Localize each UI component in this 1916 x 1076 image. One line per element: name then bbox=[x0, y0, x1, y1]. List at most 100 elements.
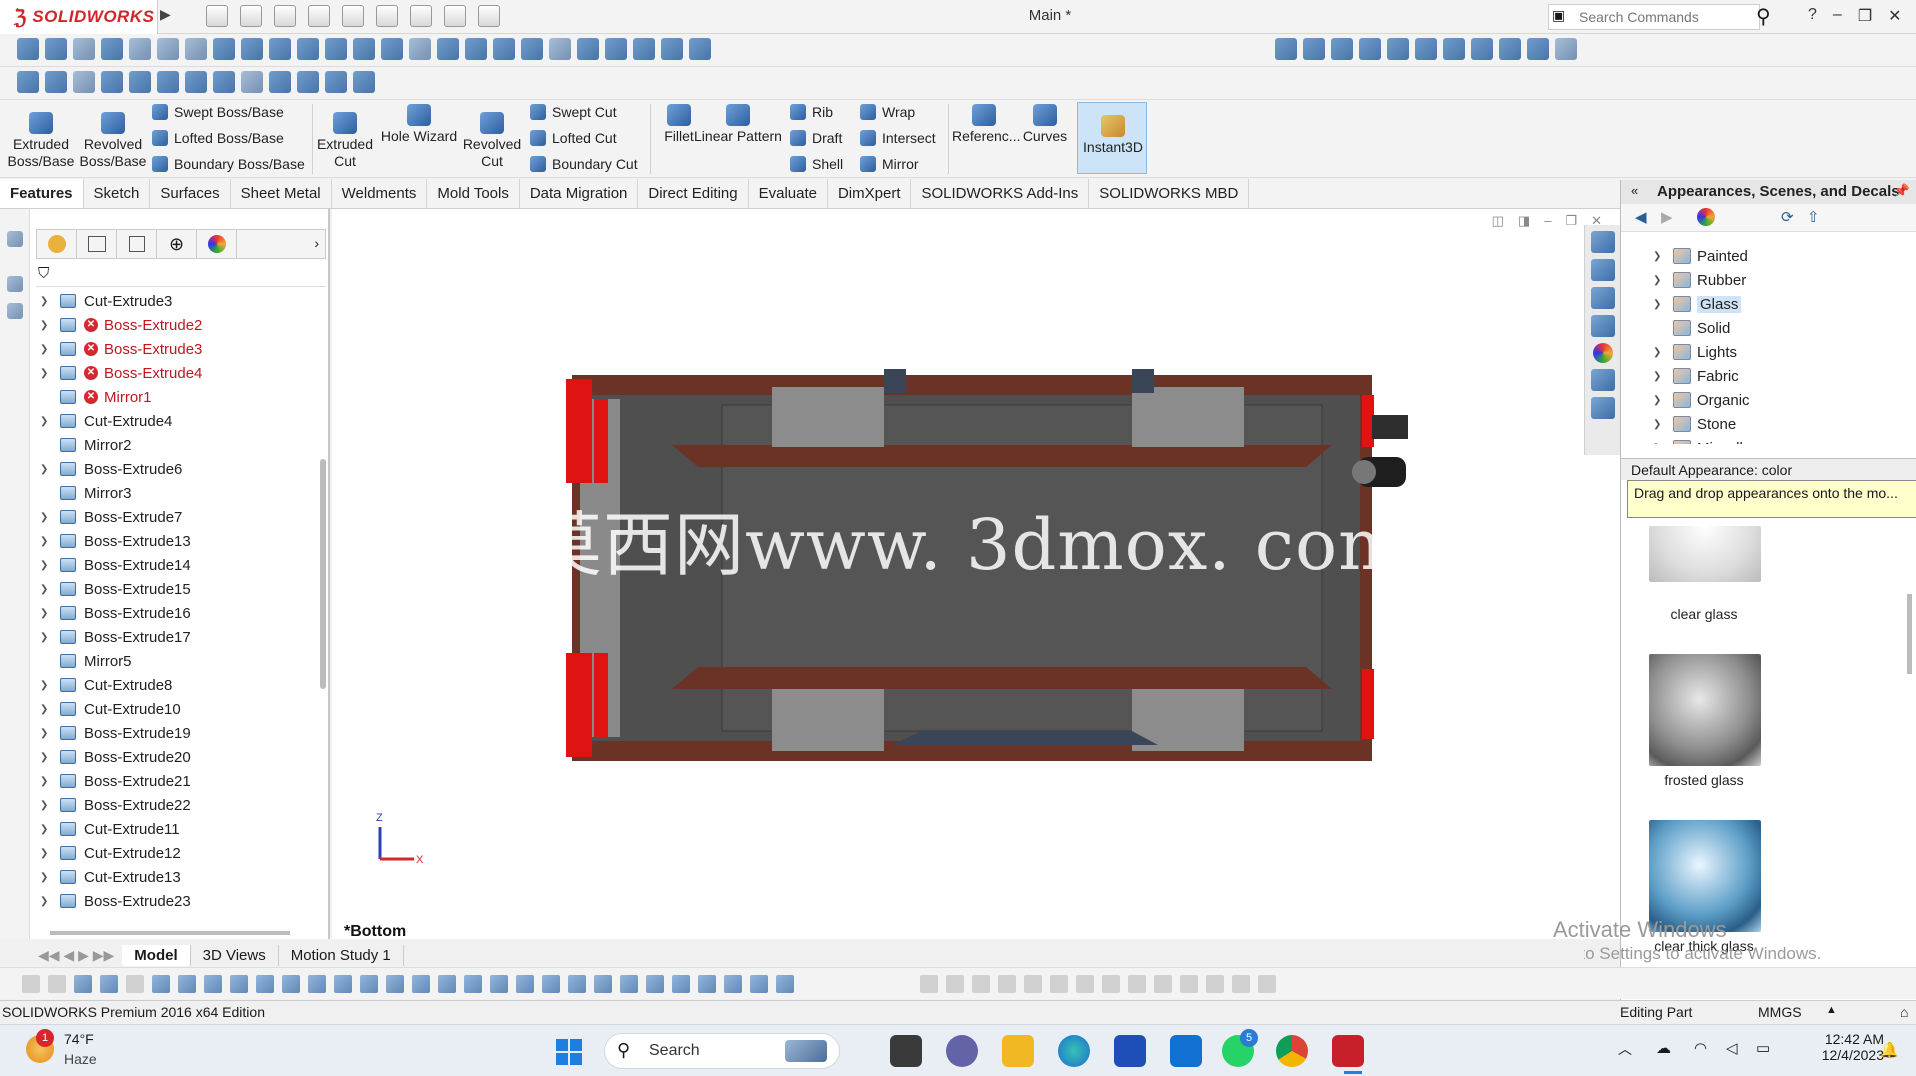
sphere-icon[interactable] bbox=[101, 71, 123, 93]
toolbar-icon[interactable] bbox=[490, 975, 508, 993]
tab-weldments[interactable]: Weldments bbox=[332, 179, 428, 208]
tree-item[interactable]: ❯ Boss-Extrude20 bbox=[30, 745, 328, 769]
camera-icon[interactable] bbox=[129, 38, 151, 60]
back-icon[interactable]: ◀ bbox=[1635, 208, 1647, 226]
toolbar-icon[interactable] bbox=[1154, 975, 1172, 993]
expand-arrow-icon[interactable]: ❯ bbox=[40, 584, 54, 595]
revolved-cut-button[interactable]: Revolved Cut bbox=[462, 112, 522, 170]
bottom-tab-motion-study-1[interactable]: Motion Study 1 bbox=[279, 944, 404, 966]
expand-arrow-icon[interactable]: ❯ bbox=[40, 824, 54, 835]
file-explorer-icon[interactable] bbox=[1590, 287, 1615, 309]
toolbar-icon[interactable] bbox=[325, 71, 347, 93]
toolbar-icon[interactable] bbox=[353, 71, 375, 93]
toolbar-icon[interactable] bbox=[157, 38, 179, 60]
appearance-category[interactable]: ❯ Glass bbox=[1621, 292, 1916, 316]
toolbar-icon[interactable] bbox=[1024, 975, 1042, 993]
toolbar-icon[interactable] bbox=[297, 71, 319, 93]
toolbar-icon[interactable] bbox=[269, 71, 291, 93]
trimetric-icon[interactable] bbox=[1499, 38, 1521, 60]
isometric-icon[interactable] bbox=[1471, 38, 1493, 60]
options-gear-icon[interactable] bbox=[478, 5, 500, 27]
solidworks-taskbar-icon[interactable] bbox=[1332, 1035, 1364, 1067]
toolbar-icon[interactable] bbox=[620, 975, 638, 993]
expand-arrow-icon[interactable]: ❯ bbox=[40, 728, 54, 739]
tree-item[interactable]: Mirror5 bbox=[30, 649, 328, 673]
design-library-icon[interactable] bbox=[1590, 259, 1615, 281]
tree-horizontal-scrollbar[interactable] bbox=[50, 931, 290, 935]
toolbar-icon[interactable] bbox=[1076, 975, 1094, 993]
boundary-cut-button[interactable]: Boundary Cut bbox=[530, 156, 638, 172]
expand-arrow-icon[interactable]: ❯ bbox=[40, 680, 54, 691]
tree-item[interactable]: ❯ ✕ Boss-Extrude4 bbox=[30, 361, 328, 385]
appearance-palette-icon[interactable] bbox=[1697, 208, 1715, 226]
tree-item[interactable]: ❯ Boss-Extrude13 bbox=[30, 529, 328, 553]
appearance-category[interactable]: ❯ Lights bbox=[1621, 340, 1916, 364]
custom-properties-icon[interactable] bbox=[1590, 369, 1615, 391]
appearance-category[interactable]: ❯ Stone bbox=[1621, 412, 1916, 436]
onedrive-icon[interactable]: ☁ bbox=[1656, 1039, 1671, 1057]
extruded-cut-button[interactable]: Extruded Cut bbox=[316, 112, 374, 170]
toolbar-icon[interactable] bbox=[185, 71, 207, 93]
toolbar-icon[interactable] bbox=[437, 38, 459, 60]
toolbar-icon[interactable] bbox=[386, 975, 404, 993]
file-explorer-icon[interactable] bbox=[1002, 1035, 1034, 1067]
edge-icon[interactable] bbox=[1058, 1035, 1090, 1067]
swatch-clear-thick-glass[interactable] bbox=[1649, 820, 1761, 932]
tray-chevron-icon[interactable]: ︿ bbox=[1618, 1039, 1632, 1059]
solidworks-resources-icon[interactable] bbox=[1590, 231, 1615, 253]
swept-boss-button[interactable]: Swept Boss/Base bbox=[152, 104, 284, 120]
expand-arrow-icon[interactable]: ❯ bbox=[40, 344, 54, 355]
expand-arrow-icon[interactable]: ❯ bbox=[40, 416, 54, 427]
expand-arrow-icon[interactable]: ❯ bbox=[40, 368, 54, 379]
windows-start-icon[interactable] bbox=[556, 1039, 582, 1065]
toolbar-icon[interactable] bbox=[185, 38, 207, 60]
file-properties-icon[interactable] bbox=[444, 5, 466, 27]
point-icon[interactable] bbox=[7, 303, 23, 319]
view-front-icon[interactable] bbox=[1303, 38, 1325, 60]
toolbar-icon[interactable] bbox=[698, 975, 716, 993]
up-folder-icon[interactable]: ⇧ bbox=[1807, 208, 1820, 226]
toolbar-icon[interactable] bbox=[157, 71, 179, 93]
expand-arrow-icon[interactable]: ❯ bbox=[40, 608, 54, 619]
forward-icon[interactable]: ▶ bbox=[1661, 208, 1673, 226]
toolbar-icon[interactable] bbox=[577, 38, 599, 60]
appearance-category[interactable]: ❯ Organic bbox=[1621, 388, 1916, 412]
boundary-boss-button[interactable]: Boundary Boss/Base bbox=[152, 156, 305, 172]
shell-button[interactable]: Shell bbox=[790, 156, 843, 172]
reference-geometry-button[interactable]: Referenc... bbox=[952, 104, 1020, 145]
appearance-category[interactable]: ❯ Miscellaneous bbox=[1621, 436, 1916, 444]
toolbar-icon[interactable] bbox=[381, 38, 403, 60]
intersect-button[interactable]: Intersect bbox=[860, 130, 936, 146]
property-manager-tab-icon[interactable] bbox=[77, 230, 117, 258]
appearance-category[interactable]: ❯ Rubber bbox=[1621, 268, 1916, 292]
appearance-category[interactable]: Solid bbox=[1621, 316, 1916, 340]
expand-arrow-icon[interactable]: ❯ bbox=[40, 848, 54, 859]
toolbar-icon[interactable] bbox=[1102, 975, 1120, 993]
expand-arrow-icon[interactable]: ❯ bbox=[1653, 419, 1669, 430]
toolbar-icon[interactable] bbox=[672, 975, 690, 993]
expand-arrow-icon[interactable]: ❯ bbox=[40, 296, 54, 307]
minimize-icon[interactable]: – bbox=[1833, 6, 1842, 26]
expand-arrow-icon[interactable]: ❯ bbox=[40, 560, 54, 571]
toolbar-icon[interactable] bbox=[776, 975, 794, 993]
close-icon[interactable]: ✕ bbox=[1888, 6, 1901, 26]
filter-icon[interactable]: ⛉ bbox=[38, 265, 49, 282]
tree-item[interactable]: ❯ Boss-Extrude15 bbox=[30, 577, 328, 601]
toolbar-icon[interactable] bbox=[297, 38, 319, 60]
tree-item[interactable]: ❯ Boss-Extrude17 bbox=[30, 625, 328, 649]
appearances-icon[interactable] bbox=[1592, 343, 1613, 363]
toolbar-icon[interactable] bbox=[178, 975, 196, 993]
expand-arrow-icon[interactable]: ❯ bbox=[40, 536, 54, 547]
battery-icon[interactable]: ▭ bbox=[1756, 1039, 1770, 1057]
toolbar-icon[interactable] bbox=[412, 975, 430, 993]
tree-item[interactable]: ❯ Cut-Extrude11 bbox=[30, 817, 328, 841]
help-icon[interactable]: ? bbox=[1808, 6, 1817, 26]
lofted-cut-button[interactable]: Lofted Cut bbox=[530, 130, 617, 146]
tree-item[interactable]: ❯ Boss-Extrude14 bbox=[30, 553, 328, 577]
toolbar-icon[interactable] bbox=[516, 975, 534, 993]
tree-vertical-scrollbar[interactable] bbox=[320, 459, 326, 689]
view-orientation-icon[interactable] bbox=[1275, 38, 1297, 60]
taskbar-search[interactable]: ⚲ Search bbox=[604, 1033, 840, 1069]
appearance-icon[interactable] bbox=[101, 38, 123, 60]
view-right-icon[interactable] bbox=[1387, 38, 1409, 60]
